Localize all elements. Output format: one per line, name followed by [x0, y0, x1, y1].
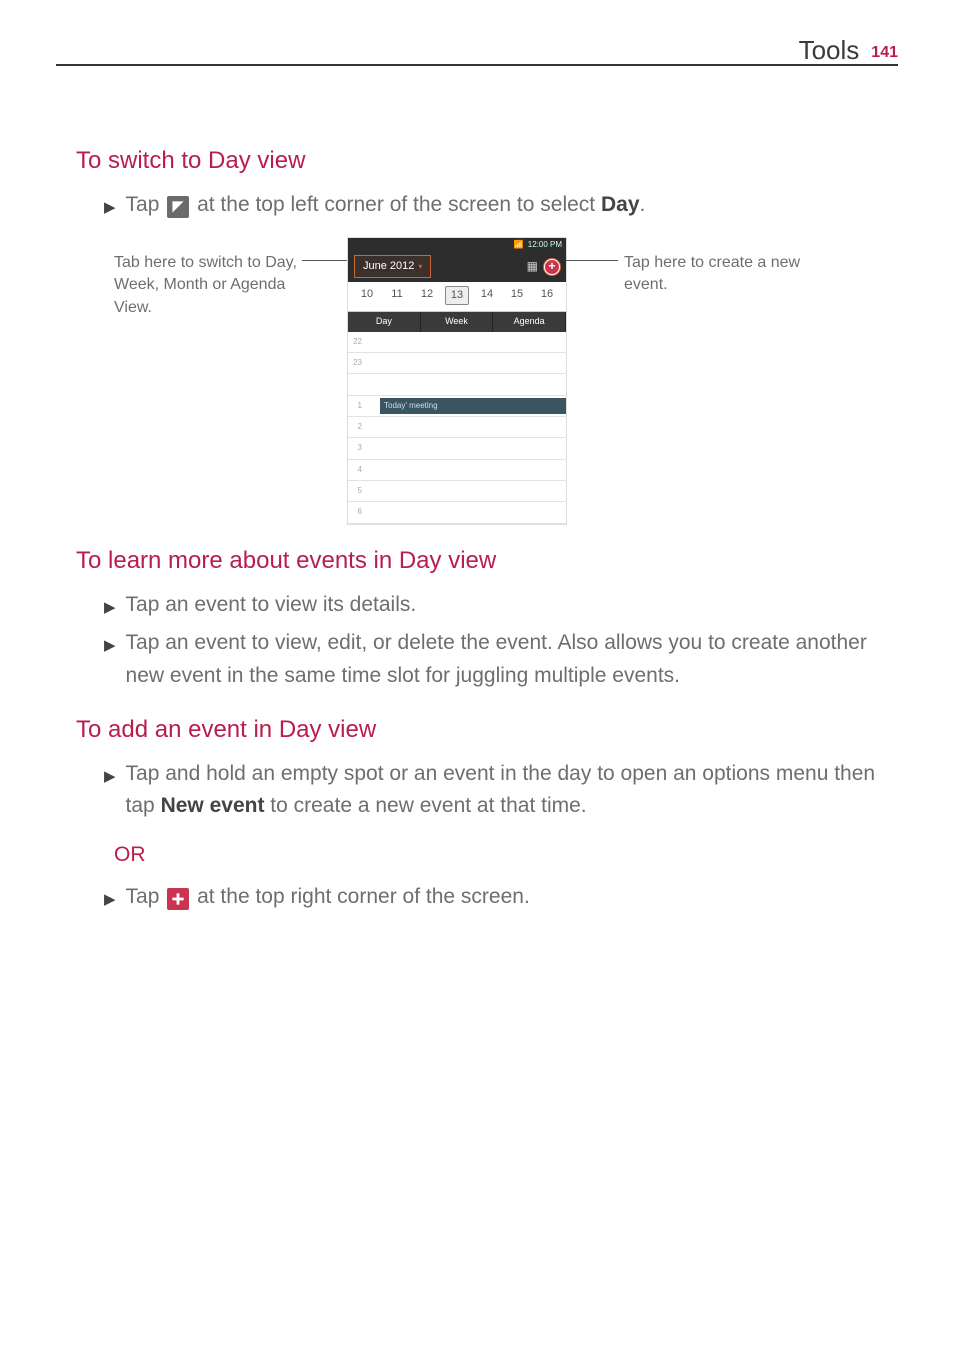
callout-leader-left — [302, 260, 348, 261]
view-tabs[interactable]: Day Week Agenda — [348, 312, 566, 332]
phone-screenshot: 📶12:00 PM June 2012 ▦ + 10 11 12 13 14 1… — [348, 238, 566, 524]
phone-statusbar: 📶12:00 PM — [348, 238, 566, 252]
tab-day[interactable]: Day — [348, 312, 421, 332]
bullet-icon: ▶ — [104, 888, 116, 911]
day-slots[interactable]: 22 23 1Today' meeting 2 3 4 5 6 — [348, 332, 566, 524]
bullet-icon: ▶ — [104, 765, 116, 788]
bullet-icon: ▶ — [104, 596, 116, 619]
date-cell[interactable]: 14 — [475, 286, 499, 305]
tab-week[interactable]: Week — [421, 312, 494, 332]
bullet-text-learn-1: Tap an event to view its details. — [126, 589, 417, 622]
date-cell[interactable]: 10 — [355, 286, 379, 305]
bullet-icon: ▶ — [104, 634, 116, 657]
bullet-text-switch: Tap at the top left corner of the screen… — [126, 189, 646, 222]
date-cell[interactable]: 12 — [415, 286, 439, 305]
add-plus-icon[interactable] — [167, 888, 189, 910]
callout-left-text: Tab here to switch to Day, Week, Month o… — [114, 238, 302, 319]
bullet-text-add-2: Tap at the top right corner of the scree… — [126, 881, 530, 914]
date-cell[interactable]: 11 — [385, 286, 409, 305]
tab-agenda[interactable]: Agenda — [493, 312, 566, 332]
calendar-today-icon[interactable]: ▦ — [527, 257, 538, 276]
header-page-number: 141 — [871, 41, 898, 66]
calendar-figure: Tab here to switch to Day, Week, Month o… — [114, 238, 898, 524]
phone-topbar: June 2012 ▦ + — [348, 252, 566, 282]
date-cell-selected[interactable]: 13 — [445, 286, 469, 305]
callout-right-text: Tap here to create a new event. — [618, 238, 808, 297]
day-label: Day — [601, 193, 640, 216]
bullet-text-learn-2: Tap an event to view, edit, or delete th… — [126, 627, 888, 692]
add-event-plus-icon[interactable]: + — [544, 259, 560, 275]
heading-learn-more: To learn more about events in Day view — [76, 542, 898, 579]
heading-switch-day-view: To switch to Day view — [76, 142, 898, 179]
calendar-event[interactable]: Today' meeting — [380, 398, 566, 414]
bullet-icon: ▶ — [104, 196, 116, 219]
header-divider — [56, 64, 898, 66]
dates-row[interactable]: 10 11 12 13 14 15 16 — [348, 282, 566, 312]
new-event-label: New event — [161, 794, 265, 817]
dropdown-triangle-icon[interactable] — [167, 196, 189, 218]
heading-add-event: To add an event in Day view — [76, 711, 898, 748]
callout-leader-right — [566, 260, 618, 261]
bullet-text-add-1: Tap and hold an empty spot or an event i… — [126, 758, 888, 823]
date-cell[interactable]: 15 — [505, 286, 529, 305]
date-cell[interactable]: 16 — [535, 286, 559, 305]
month-picker[interactable]: June 2012 — [354, 255, 431, 278]
or-separator: OR — [114, 839, 898, 872]
